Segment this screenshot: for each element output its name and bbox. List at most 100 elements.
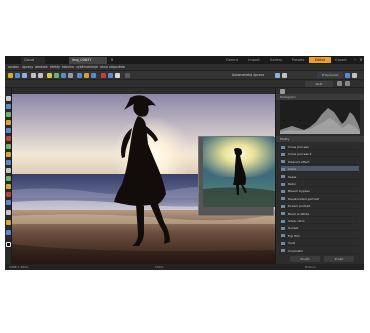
- fullscreen-icon[interactable]: [345, 73, 350, 78]
- shape-icon[interactable]: [6, 160, 11, 165]
- menu-image[interactable]: obrázek: [35, 64, 48, 71]
- preview-thumbnail[interactable]: [198, 136, 275, 216]
- preset-item[interactable]: Cross process: [281, 144, 359, 150]
- panel-options-icon[interactable]: [345, 81, 350, 86]
- cancel-button[interactable]: Zrušit: [324, 256, 354, 262]
- hand-icon[interactable]: [84, 73, 89, 78]
- menu-help[interactable]: nápověda: [109, 64, 125, 71]
- info-icon[interactable]: [352, 73, 357, 78]
- menu-selection[interactable]: výběr: [76, 64, 85, 71]
- auto-enhance-button[interactable]: Automatická úprava: [232, 72, 264, 79]
- tab-cloud[interactable]: Cloud: [21, 57, 45, 64]
- preset-label: Retro: [288, 182, 296, 186]
- status-message: Hotovo: [305, 265, 316, 269]
- preset-item[interactable]: Cross process 2: [281, 151, 359, 158]
- preset-item[interactable]: Lomo: [281, 166, 359, 173]
- preset-label: Cross process: [288, 145, 309, 149]
- preset-icon: [281, 182, 285, 186]
- menu-edit[interactable]: úpravy: [22, 64, 33, 71]
- redo-icon[interactable]: [38, 73, 43, 78]
- crop-icon[interactable]: [54, 73, 59, 78]
- heal-icon[interactable]: [6, 200, 11, 205]
- lasso-icon[interactable]: [6, 112, 11, 117]
- menu-window[interactable]: okno: [100, 64, 108, 71]
- menu-file[interactable]: soubor: [8, 64, 19, 71]
- preset-item[interactable]: Silver retro: [281, 218, 359, 224]
- preset-item[interactable]: Desaturated portrait: [281, 196, 359, 202]
- preset-label: Vivid: [288, 241, 296, 246]
- color-swatch-icon[interactable]: [6, 242, 11, 247]
- blur-icon[interactable]: [6, 176, 11, 181]
- zoom-select[interactable]: Přizpůsobit: [317, 72, 343, 78]
- fit-icon[interactable]: [275, 73, 280, 78]
- preset-item[interactable]: Sepia: [281, 174, 359, 180]
- eyedropper-icon[interactable]: [6, 168, 11, 173]
- resize-icon[interactable]: [61, 73, 66, 78]
- preset-item[interactable]: Cinematic: [281, 248, 359, 254]
- nav-presets[interactable]: Presets: [287, 57, 309, 63]
- app-window: Cloud img_00837 × Gerent Import Gallery …: [5, 56, 364, 270]
- settings-icon[interactable]: [115, 73, 120, 78]
- menu-table[interactable]: tabulka: [62, 64, 74, 71]
- undo-icon[interactable]: [31, 73, 36, 78]
- panel-toggle-icon[interactable]: [337, 81, 342, 86]
- hand-tool-icon[interactable]: [6, 230, 11, 235]
- nav-export[interactable]: Export: [331, 57, 351, 63]
- undo-button[interactable]: Zpět: [305, 81, 333, 87]
- preset-item[interactable]: Bleach bypass: [281, 188, 359, 195]
- right-panel: Histogram Efekty Použít Zrušit Cross pro…: [275, 88, 364, 264]
- actual-size-icon[interactable]: [282, 73, 287, 78]
- preset-item[interactable]: Fuji film: [281, 233, 359, 239]
- tab-image[interactable]: img_00837: [69, 57, 107, 64]
- zoom-tool-icon[interactable]: [6, 220, 11, 225]
- eraser-icon[interactable]: [6, 136, 11, 141]
- preset-item[interactable]: Sunset: [281, 225, 359, 232]
- zoom-icon[interactable]: [77, 73, 82, 78]
- close-icon[interactable]: ×: [358, 57, 364, 63]
- nav-editor[interactable]: Editor: [309, 57, 331, 63]
- preset-icon: [281, 152, 285, 156]
- text-icon[interactable]: [6, 152, 11, 157]
- nav-gallery[interactable]: Gallery: [265, 57, 287, 63]
- burn-icon[interactable]: [6, 192, 11, 197]
- preview-image: [203, 137, 275, 207]
- print-icon[interactable]: [22, 73, 27, 78]
- rotate-icon[interactable]: [47, 73, 52, 78]
- dodge-icon[interactable]: [6, 184, 11, 189]
- menu-effects[interactable]: efekty: [50, 64, 60, 71]
- preset-item[interactable]: Black & White: [281, 211, 359, 217]
- select-icon[interactable]: [6, 104, 11, 109]
- preset-item[interactable]: Polaroid effect: [281, 159, 359, 165]
- clone-icon[interactable]: [6, 128, 11, 133]
- brush-icon[interactable]: [6, 120, 11, 125]
- compare-icon[interactable]: [91, 73, 96, 78]
- preset-icon: [281, 234, 285, 238]
- image-canvas[interactable]: [12, 94, 275, 264]
- more-icon[interactable]: [125, 73, 130, 78]
- pointer-icon[interactable]: [6, 96, 11, 101]
- open-icon[interactable]: [8, 73, 13, 78]
- secondary-toolbar: Zpět: [5, 80, 364, 88]
- preset-item[interactable]: Vivid: [281, 240, 359, 247]
- preset-label: Cinematic: [288, 248, 304, 253]
- nav-import[interactable]: Import: [243, 57, 265, 63]
- preset-label: Dream portrait: [288, 204, 311, 209]
- preset-label: Lomo: [288, 167, 297, 172]
- gradient-icon[interactable]: [6, 210, 11, 215]
- preset-item[interactable]: Dream portrait: [281, 203, 359, 210]
- preset-item[interactable]: Retro: [281, 181, 359, 187]
- main-toolbar: Automatická úprava Přizpůsobit: [5, 71, 364, 80]
- redeye-icon[interactable]: [101, 73, 106, 78]
- grid-icon[interactable]: [68, 73, 73, 78]
- layers-icon[interactable]: [108, 73, 113, 78]
- apply-button[interactable]: Použít: [290, 256, 320, 262]
- preset-icon: [281, 145, 285, 149]
- status-dimensions: 5488 x 3659: [9, 265, 28, 269]
- save-icon[interactable]: [15, 73, 20, 78]
- menu-tools[interactable]: nástroje: [85, 64, 98, 71]
- fill-icon[interactable]: [6, 144, 11, 149]
- preset-icon: [281, 249, 285, 253]
- preset-label: Cross process 2: [288, 152, 312, 157]
- close-tab-icon[interactable]: ×: [109, 57, 115, 63]
- nav-gerent[interactable]: Gerent: [221, 57, 243, 63]
